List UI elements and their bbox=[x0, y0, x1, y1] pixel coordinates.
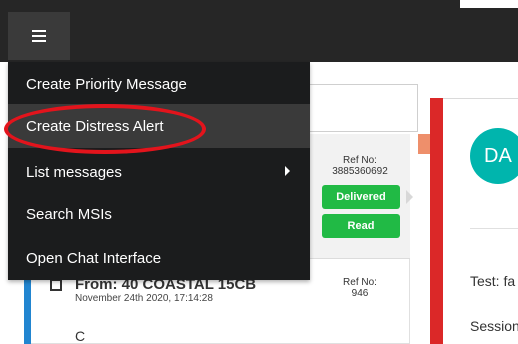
menu-item-label: Create Priority Message bbox=[26, 75, 187, 93]
ref-label: Ref No: bbox=[343, 277, 377, 288]
menu-item-label: List messages bbox=[26, 163, 122, 181]
detail-divider bbox=[470, 228, 518, 229]
menu-item-list-messages[interactable]: List messages bbox=[8, 150, 310, 194]
app-window: Ref No: 3885360692 Delivered Read Ref No… bbox=[0, 0, 518, 344]
scrollbar-thumb[interactable] bbox=[418, 134, 430, 154]
ref-label: Ref No: bbox=[343, 155, 377, 166]
ref-number-block: Ref No: 946 bbox=[318, 277, 402, 299]
ref-number: 3885360692 bbox=[332, 166, 388, 177]
message-preview: C bbox=[75, 328, 86, 344]
menu-item-label: Open Chat Interface bbox=[26, 249, 162, 267]
message-select-checkbox[interactable] bbox=[50, 279, 62, 291]
message-date: November 24th 2020, 17:14:28 bbox=[75, 293, 213, 304]
highlight-circle-annotation bbox=[4, 104, 206, 154]
detail-text-line: Session bbox=[470, 318, 518, 334]
caret-right-icon bbox=[285, 166, 290, 176]
menu-item-label: Search MSIs bbox=[26, 205, 112, 223]
menu-item-create-priority-message[interactable]: Create Priority Message bbox=[8, 62, 310, 106]
hamburger-icon bbox=[32, 30, 46, 42]
hamburger-menu-button[interactable] bbox=[8, 12, 70, 60]
ref-number: 946 bbox=[351, 288, 369, 299]
avatar: DA bbox=[470, 128, 518, 184]
menu-item-search-msis[interactable]: Search MSIs bbox=[8, 192, 310, 236]
main-dropdown-menu: Create Priority Message Create Distress … bbox=[8, 62, 310, 280]
ref-number-block: Ref No: 3885360692 bbox=[318, 155, 402, 177]
top-bar-strip bbox=[460, 0, 518, 8]
menu-item-open-chat-interface[interactable]: Open Chat Interface bbox=[8, 236, 310, 280]
top-bar bbox=[0, 0, 518, 62]
status-badge-delivered: Delivered bbox=[322, 185, 400, 209]
status-badge-read: Read bbox=[322, 214, 400, 238]
search-bar[interactable] bbox=[310, 84, 418, 132]
distress-indicator-bar bbox=[430, 98, 443, 344]
detail-text-line: Test: fa bbox=[470, 273, 516, 289]
detail-top-border bbox=[443, 98, 518, 99]
row-pointer-icon bbox=[406, 190, 413, 204]
